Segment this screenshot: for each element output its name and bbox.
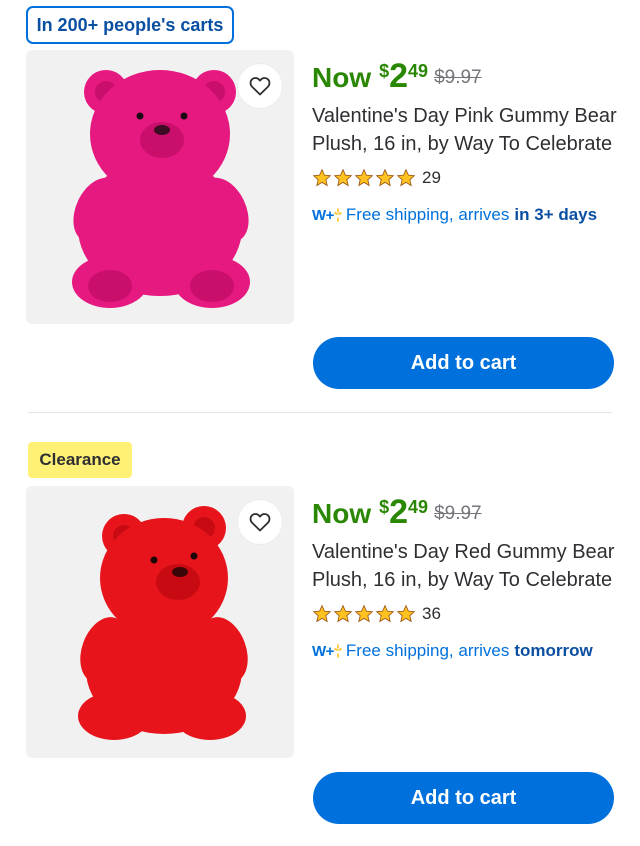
- heart-outline-icon: [249, 513, 271, 532]
- now-label: Now: [312, 62, 372, 93]
- walmart-plus-icon: W+: [312, 643, 342, 660]
- rating: 36: [312, 602, 617, 626]
- rating: 29: [312, 166, 617, 190]
- shipping-text: Free shipping, arrives: [345, 205, 510, 224]
- product-card: Clearance Now $ 2 49 $9.97 Valentine's D…: [0, 436, 640, 846]
- product-info: Now $ 2 49 $9.97 Valentine's Day Pink Gu…: [312, 57, 617, 228]
- star-filled-icon: [312, 604, 332, 623]
- price-cents: 49: [408, 497, 429, 517]
- star-filled-icon: [396, 604, 416, 623]
- rating-count: 29: [422, 168, 441, 187]
- add-to-cart-button[interactable]: Add to cart: [313, 772, 614, 824]
- divider: [28, 412, 612, 413]
- star-filled-icon: [354, 168, 374, 187]
- clearance-badge: Clearance: [28, 442, 132, 478]
- favorite-button[interactable]: [238, 500, 282, 544]
- popularity-badge: In 200+ people's carts: [26, 6, 234, 44]
- price-whole: 2: [389, 493, 409, 531]
- product-title[interactable]: Valentine's Day Pink Gummy Bear Plush, 1…: [312, 102, 617, 158]
- star-filled-icon: [333, 168, 353, 187]
- was-price: $9.97: [434, 67, 482, 88]
- rating-stars: [312, 604, 416, 624]
- heart-outline-icon: [249, 77, 271, 96]
- star-filled-icon: [396, 168, 416, 187]
- bear-shape: [78, 506, 248, 740]
- favorite-button[interactable]: [238, 64, 282, 108]
- shipping-info: W+ Free shipping, arrives tomorrow: [312, 638, 617, 664]
- star-filled-icon: [312, 168, 332, 187]
- star-filled-icon: [375, 604, 395, 623]
- currency-symbol: $: [379, 61, 390, 81]
- was-price: $9.97: [434, 503, 482, 524]
- walmart-plus-icon: W+: [312, 207, 342, 224]
- price: Now $ 2 49 $9.97: [312, 493, 617, 534]
- price-whole: 2: [389, 57, 409, 95]
- now-label: Now: [312, 498, 372, 529]
- rating-stars: [312, 168, 416, 188]
- price: Now $ 2 49 $9.97: [312, 57, 617, 98]
- product-info: Now $ 2 49 $9.97 Valentine's Day Red Gum…: [312, 493, 617, 664]
- add-to-cart-button[interactable]: Add to cart: [313, 337, 614, 389]
- price-cents: 49: [408, 61, 429, 81]
- shipping-text: Free shipping, arrives: [345, 641, 510, 660]
- product-image[interactable]: [26, 486, 294, 758]
- star-filled-icon: [333, 604, 353, 623]
- star-filled-icon: [354, 604, 374, 623]
- shipping-eta: in 3+ days: [514, 205, 598, 224]
- product-title[interactable]: Valentine's Day Red Gummy Bear Plush, 16…: [312, 538, 617, 594]
- bear-shape: [72, 70, 250, 308]
- star-filled-icon: [375, 168, 395, 187]
- rating-count: 36: [422, 604, 441, 623]
- currency-symbol: $: [379, 497, 390, 517]
- shipping-eta: tomorrow: [514, 641, 593, 660]
- product-image[interactable]: [26, 50, 294, 324]
- product-card: In 200+ people's carts Now $ 2 49 $9.97 …: [0, 0, 640, 412]
- shipping-info: W+ Free shipping, arrives in 3+ days: [312, 202, 617, 228]
